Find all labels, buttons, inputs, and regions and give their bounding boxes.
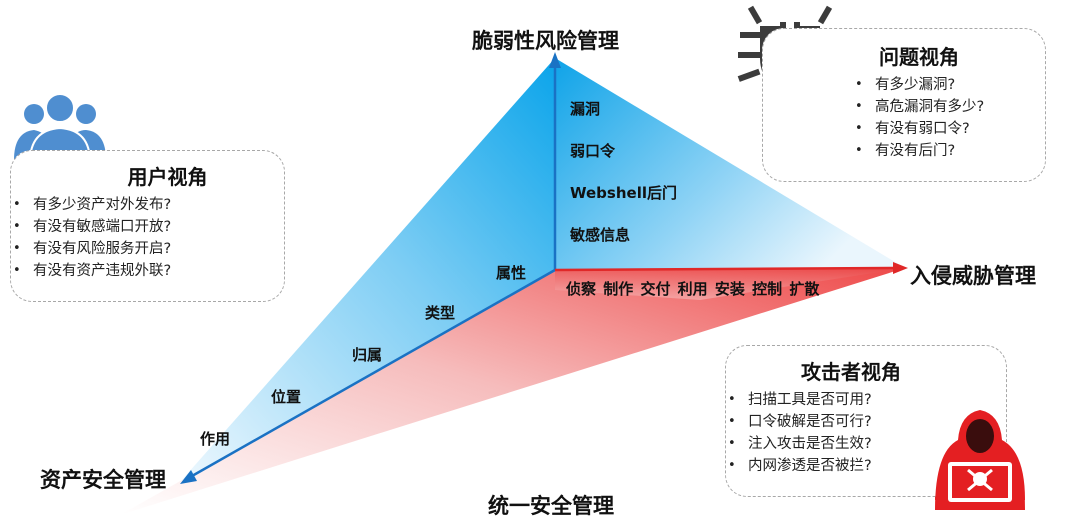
asset-security-axis-title: 资产安全管理 [40, 468, 166, 492]
problem-view-title: 问题视角 [879, 45, 959, 69]
list-item: 口令破解是否可行? [728, 411, 1006, 433]
problem-view-list: 有多少漏洞? 高危漏洞有多少? 有没有弱口令? 有没有后门? [763, 74, 1045, 162]
asset-attribute-label: 属性 [496, 264, 527, 282]
attacker-view-title: 攻击者视角 [801, 360, 901, 384]
asset-attribute-label: 类型 [425, 304, 456, 322]
vuln-risk-axis-title: 脆弱性风险管理 [472, 29, 619, 53]
unified-security-title: 统一安全管理 [488, 494, 614, 518]
list-item: 有多少漏洞? [855, 74, 1045, 96]
list-item: 内网渗透是否被拦? [728, 455, 1006, 477]
intrusion-threat-axis-title: 入侵威胁管理 [910, 264, 1036, 288]
asset-attribute-label: 归属 [352, 346, 383, 364]
user-view-list: 有多少资产对外发布? 有没有敏感端口开放? 有没有风险服务开启? 有没有资产违规… [11, 194, 284, 282]
vulnerability-label: 漏洞 [570, 100, 601, 118]
list-item: 有没有后门? [855, 140, 1045, 162]
list-item: 扫描工具是否可用? [728, 389, 1006, 411]
attacker-view-box: 攻击者视角 扫描工具是否可用? 口令破解是否可行? 注入攻击是否生效? 内网渗透… [725, 345, 1007, 497]
problem-view-box: 问题视角 有多少漏洞? 高危漏洞有多少? 有没有弱口令? 有没有后门? [762, 28, 1046, 182]
attacker-view-list: 扫描工具是否可用? 口令破解是否可行? 注入攻击是否生效? 内网渗透是否被拦? [726, 389, 1006, 477]
list-item: 有没有弱口令? [855, 118, 1045, 140]
vulnerability-label: 弱口令 [570, 142, 616, 160]
kill-chain-label: 侦察 制作 交付 利用 安装 控制 扩散 [566, 280, 820, 298]
list-item: 注入攻击是否生效? [728, 433, 1006, 455]
list-item: 有多少资产对外发布? [13, 194, 284, 216]
user-view-title: 用户视角 [127, 165, 208, 189]
vulnerability-label: Webshell后门 [570, 184, 677, 202]
threat-axis-arrowhead [893, 262, 908, 274]
list-item: 有没有资产违规外联? [13, 260, 284, 282]
list-item: 有没有敏感端口开放? [13, 216, 284, 238]
asset-attribute-label: 位置 [271, 388, 302, 406]
user-view-box: 用户视角 有多少资产对外发布? 有没有敏感端口开放? 有没有风险服务开启? 有没… [10, 150, 285, 302]
vulnerability-label: 敏感信息 [570, 226, 631, 244]
asset-attribute-label: 作用 [200, 430, 231, 448]
list-item: 高危漏洞有多少? [855, 96, 1045, 118]
list-item: 有没有风险服务开启? [13, 238, 284, 260]
